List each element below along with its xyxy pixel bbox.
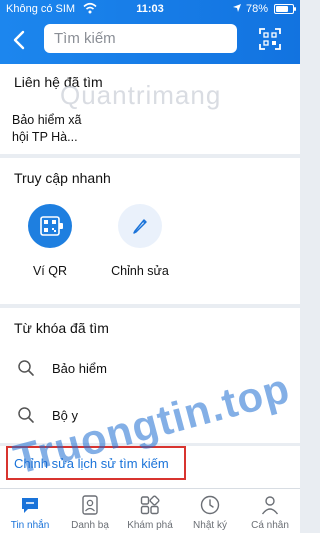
person-icon [261, 496, 279, 515]
tab-profile[interactable]: Cá nhân [240, 489, 300, 533]
search-icon [18, 407, 34, 423]
tab-label: Cá nhân [251, 520, 289, 531]
quick-item-qr-wallet[interactable]: Ví QR [15, 204, 85, 278]
tab-label: Tin nhắn [10, 520, 50, 531]
search-icon [18, 360, 34, 376]
quick-item-label: Chỉnh sửa [111, 264, 169, 278]
location-icon [233, 4, 241, 12]
recent-keywords-title: Từ khóa đã tìm [14, 320, 109, 336]
status-bar: Không có SIM 11:03 78% [0, 0, 300, 20]
tab-label: Danh bạ [71, 520, 109, 531]
tab-contacts[interactable]: Danh bạ [60, 489, 120, 533]
tab-discover[interactable]: Khám phá [120, 489, 180, 533]
keyword-text: Bảo hiểm [52, 361, 107, 376]
quick-item-edit[interactable]: Chỉnh sửa [105, 204, 175, 278]
back-arrow-icon[interactable] [8, 28, 32, 52]
tab-label: Nhật ký [193, 520, 227, 531]
contacts-icon [82, 495, 98, 515]
grid-icon [140, 495, 160, 515]
tab-label: Khám phá [127, 520, 173, 531]
qr-scan-icon[interactable] [259, 28, 281, 50]
search-input[interactable] [44, 24, 237, 53]
watermark-quantrimang: Quantrimang [60, 80, 222, 110]
quick-access-section: Truy cập nhanh Ví QR Chỉnh sửa [0, 158, 300, 304]
tab-timeline[interactable]: Nhật ký [180, 489, 240, 533]
quick-item-label: Ví QR [32, 264, 68, 278]
tab-messages[interactable]: Tin nhắn [0, 489, 60, 533]
battery-percent: 78% [246, 3, 269, 15]
bottom-navigation: Tin nhắn Danh bạ Khám phá Nhật ký Cá nhâ… [0, 488, 300, 533]
chat-icon [22, 498, 38, 513]
top-bar: Không có SIM 11:03 78% [0, 0, 300, 64]
recent-contact-item[interactable]: Bảo hiểm xã hội TP Hà... [12, 112, 92, 146]
clock-icon [200, 495, 220, 515]
search-box[interactable] [44, 24, 237, 53]
pencil-icon [118, 204, 162, 248]
qr-wallet-icon [28, 204, 72, 248]
battery-icon [274, 4, 296, 14]
quick-access-title: Truy cập nhanh [14, 170, 111, 186]
